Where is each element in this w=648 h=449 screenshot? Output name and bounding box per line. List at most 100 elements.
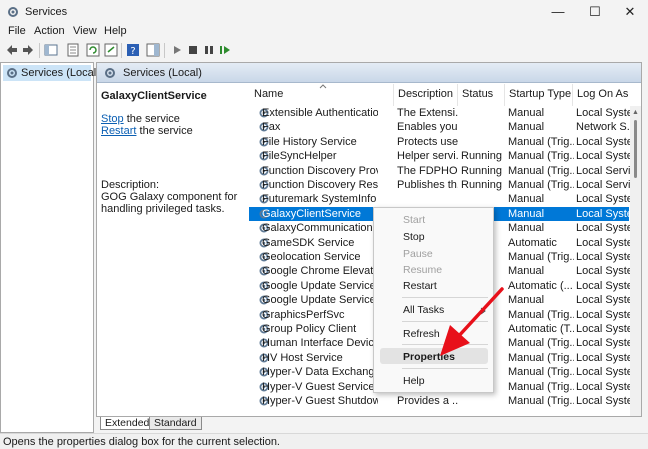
table-row[interactable]: Function Discovery Provide... The FDPHO..… bbox=[249, 164, 631, 178]
column-header-name[interactable]: Name bbox=[249, 84, 388, 106]
table-row[interactable]: Hyper-V Guest Shutdown S... Provides a ..… bbox=[249, 394, 631, 408]
cell-name: Google Chrome Elevation bbox=[262, 265, 378, 278]
menu-file[interactable]: File bbox=[8, 25, 26, 37]
description-text: GOG Galaxy component for handling privil… bbox=[101, 191, 238, 215]
cell-startup-type: Automatic bbox=[508, 236, 557, 249]
cell-startup-type: Manual (Trig... bbox=[508, 135, 574, 148]
cell-log-on-as: Network S... bbox=[576, 121, 631, 134]
table-row[interactable]: Futuremark SystemInfo Ser... Manual Local … bbox=[249, 192, 631, 206]
cell-log-on-as: Local Syste... bbox=[576, 308, 631, 321]
export-list-icon[interactable] bbox=[104, 43, 118, 57]
cell-name: Futuremark SystemInfo Ser... bbox=[262, 193, 378, 206]
column-header-description[interactable]: Description bbox=[393, 84, 457, 106]
description-label: Description: bbox=[101, 179, 160, 191]
minimize-button[interactable]: — bbox=[540, 0, 576, 24]
table-row[interactable]: Function Discovery Resourc... Publishes t… bbox=[249, 178, 631, 192]
cell-name: Fax bbox=[262, 121, 281, 134]
tab-standard[interactable]: Standard bbox=[149, 417, 202, 430]
scrollbar-thumb[interactable] bbox=[634, 120, 637, 178]
title-bar: Services — ☐ ✕ bbox=[0, 0, 648, 24]
cell-startup-type: Automatic (... bbox=[508, 279, 573, 292]
cell-name: Function Discovery Provide... bbox=[262, 164, 378, 177]
cell-log-on-as: Local Syste... bbox=[576, 323, 631, 335]
cell-name: Hyper-V Guest Service Int bbox=[262, 380, 378, 393]
cell-startup-type: Manual bbox=[508, 121, 545, 134]
tree-item-services-local[interactable]: Services (Local) bbox=[3, 65, 100, 81]
cell-status: Running bbox=[461, 179, 502, 191]
table-row[interactable]: Extensible Authentication P... The Extens… bbox=[249, 106, 631, 120]
service-details-panel: GalaxyClientService Stop the service Res… bbox=[97, 84, 249, 416]
cell-description: Enables you... bbox=[397, 121, 458, 134]
cell-startup-type: Manual (Trig... bbox=[508, 351, 574, 364]
cell-startup-type: Manual bbox=[508, 107, 545, 119]
cell-log-on-as: Local Syste... bbox=[576, 395, 631, 407]
back-icon[interactable] bbox=[5, 43, 19, 57]
cell-description: Provides a ... bbox=[397, 395, 458, 407]
cell-startup-type: Manual (Trig... bbox=[508, 179, 574, 191]
svg-text:?: ? bbox=[130, 46, 135, 57]
menu-item-stop[interactable]: Stop bbox=[403, 231, 425, 243]
show-hide-action-pane-icon[interactable] bbox=[146, 43, 160, 57]
tab-extended[interactable]: Extended bbox=[100, 417, 155, 430]
menu-bar: File Action View Help bbox=[0, 24, 648, 40]
table-row[interactable]: File History Service Protects use... Manua… bbox=[249, 135, 631, 149]
services-app-icon bbox=[8, 7, 18, 17]
cell-name: Group Policy Client bbox=[262, 323, 357, 335]
properties-sheet-icon[interactable] bbox=[66, 43, 80, 57]
cell-log-on-as: Local Service bbox=[576, 164, 631, 177]
restart-service-icon[interactable] bbox=[218, 43, 232, 57]
cell-log-on-as: Local Syste... bbox=[576, 222, 631, 235]
cell-log-on-as: Local Syste... bbox=[576, 251, 631, 263]
scroll-up-icon[interactable]: ▲ bbox=[632, 109, 639, 116]
cell-name: Extensible Authentication P... bbox=[262, 107, 378, 119]
column-header-startup-type[interactable]: Startup Type bbox=[504, 84, 572, 106]
stop-service-suffix: the service bbox=[123, 113, 180, 125]
cell-startup-type: Manual bbox=[508, 265, 545, 278]
selected-service-name: GalaxyClientService bbox=[101, 90, 207, 102]
cell-name: Geolocation Service bbox=[262, 251, 361, 263]
cell-name: GameSDK Service bbox=[262, 236, 355, 249]
stop-service-link[interactable]: Stop bbox=[101, 113, 124, 125]
menu-view[interactable]: View bbox=[73, 25, 97, 37]
stop-service-line: Stop the service bbox=[101, 113, 180, 125]
table-row[interactable]: FileSyncHelper Helper servi...Running Manu… bbox=[249, 149, 631, 163]
menu-help[interactable]: Help bbox=[104, 25, 127, 37]
cell-description: Publishes th... bbox=[397, 179, 458, 191]
restart-service-link[interactable]: Restart bbox=[101, 125, 136, 137]
forward-icon[interactable] bbox=[21, 43, 35, 57]
pause-service-icon[interactable] bbox=[202, 43, 216, 57]
toolbar-separator bbox=[121, 43, 122, 58]
menu-item-start[interactable]: Start bbox=[403, 214, 425, 226]
service-description: Description: GOG Galaxy component for ha… bbox=[101, 179, 251, 215]
console-tree-icon[interactable] bbox=[44, 43, 58, 57]
cell-status: Running bbox=[461, 164, 502, 177]
menu-action[interactable]: Action bbox=[34, 25, 65, 37]
cell-name: Function Discovery Resourc... bbox=[262, 179, 378, 191]
menu-item-pause[interactable]: Pause bbox=[403, 248, 433, 260]
cell-log-on-as: Local Syste... bbox=[576, 193, 631, 206]
maximize-button[interactable]: ☐ bbox=[577, 0, 613, 24]
cell-log-on-as: Local Syste... bbox=[576, 150, 631, 163]
start-service-icon[interactable] bbox=[170, 43, 184, 57]
menu-item-resume[interactable]: Resume bbox=[403, 264, 442, 276]
view-tabs: Extended Standard bbox=[96, 417, 642, 431]
menu-item-help[interactable]: Help bbox=[403, 375, 425, 387]
column-header-status[interactable]: Status bbox=[457, 84, 504, 106]
main-panel-header: Services (Local) bbox=[97, 63, 641, 83]
cell-log-on-as: Local Syste... bbox=[576, 337, 631, 350]
cell-log-on-as: Local Syste... bbox=[576, 236, 631, 249]
restart-service-suffix: the service bbox=[136, 125, 193, 137]
cell-startup-type: Manual (Trig... bbox=[508, 308, 574, 321]
close-button[interactable]: ✕ bbox=[612, 0, 648, 24]
cell-name: GalaxyClientService bbox=[262, 207, 362, 220]
tree-item-label: Services (Local) bbox=[21, 67, 100, 79]
help-icon[interactable]: ? bbox=[126, 43, 140, 57]
stop-service-icon[interactable] bbox=[186, 43, 200, 57]
cell-startup-type: Automatic (T... bbox=[508, 323, 574, 335]
refresh-icon[interactable] bbox=[86, 43, 100, 57]
vertical-scrollbar[interactable]: ▲ bbox=[630, 106, 641, 416]
table-row[interactable]: Fax Enables you... Manual Network S... bbox=[249, 120, 631, 134]
cell-startup-type: Manual (Trig... bbox=[508, 164, 574, 177]
cell-startup-type: Manual (Trig... bbox=[508, 380, 574, 393]
column-header-log-on-as[interactable]: Log On As bbox=[572, 84, 632, 106]
